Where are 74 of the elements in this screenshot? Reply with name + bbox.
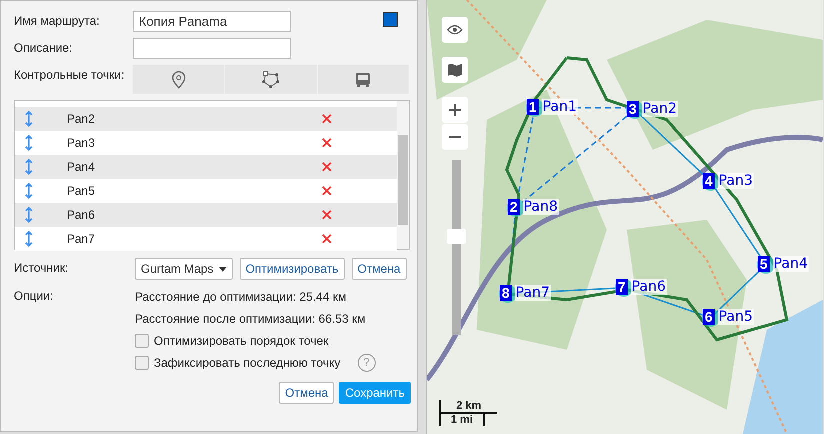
marker-label: Pan1 [542, 99, 578, 115]
delete-icon[interactable] [322, 234, 332, 244]
eye-icon [447, 25, 463, 35]
drag-icon[interactable] [25, 207, 33, 223]
map-icon [447, 63, 463, 77]
marker-number[interactable]: 5 [758, 256, 770, 272]
pin-icon [172, 70, 186, 88]
delete-icon[interactable] [322, 210, 332, 220]
drag-icon[interactable] [25, 135, 33, 151]
delete-icon[interactable] [322, 186, 332, 196]
point-name: Pan2 [67, 112, 96, 126]
cancel-button[interactable]: Отмена [279, 382, 334, 404]
route-name-field[interactable]: Копия Panama [133, 11, 291, 32]
geofence-point-tab[interactable] [133, 65, 224, 94]
drag-icon[interactable] [25, 159, 33, 175]
drag-icon[interactable] [25, 111, 33, 127]
marker-number[interactable]: 1 [527, 99, 539, 115]
checkbox-label: Зафиксировать последнюю точку [154, 356, 341, 370]
distance-text: Расстояние до оптимизации: 25.44 км [135, 289, 348, 306]
plus-icon [449, 104, 461, 116]
zoom-out-button[interactable] [442, 124, 468, 150]
checkbox-label: Оптимизировать порядок точек [154, 334, 329, 348]
source-action-button[interactable]: Отмена [352, 258, 407, 280]
checkbox[interactable] [135, 356, 149, 370]
marker-number[interactable]: 3 [627, 101, 639, 117]
marker-label: Pan6 [630, 279, 667, 295]
map-layers-button[interactable] [442, 57, 468, 83]
bus-icon [355, 72, 372, 88]
marker-label: Pan5 [718, 309, 754, 325]
marker-number[interactable]: 8 [500, 285, 512, 301]
drag-icon[interactable] [25, 183, 33, 199]
point-row[interactable]: Pan6 [15, 203, 397, 227]
delete-icon[interactable] [322, 114, 332, 124]
field-label: Описание: [14, 40, 74, 55]
marker-label: Pan8 [522, 199, 559, 215]
polygon-tab[interactable] [225, 65, 317, 94]
marker-number[interactable]: 6 [703, 309, 715, 325]
scale-label: 2 km [439, 400, 497, 414]
map[interactable]: 1 Pan1 3 Pan2 4 Pan3 2 Pan8 5 Pan4 8 Pan7 7 Pan6 6 Pan5 2 km 1 mi [426, 0, 823, 434]
point-name: Pan3 [67, 136, 96, 150]
color-swatch[interactable] [383, 12, 398, 27]
bus-tab[interactable] [318, 65, 409, 94]
polygon-icon [262, 70, 280, 88]
source-dropdown[interactable]: Gurtam Maps [135, 258, 233, 280]
point-name: Pan7 [67, 232, 96, 246]
marker-label: Pan7 [514, 285, 551, 301]
scale-label: 1 mi [439, 414, 485, 426]
zoom-in-button[interactable] [442, 97, 468, 123]
description-field[interactable] [133, 38, 291, 59]
point-name: Pan5 [67, 184, 96, 198]
caret-icon [218, 266, 227, 272]
delete-icon[interactable] [322, 138, 332, 148]
zoom-handle[interactable] [447, 228, 466, 244]
field-label: Опции: [14, 288, 54, 303]
visibility-button[interactable] [442, 17, 468, 43]
field-label: Имя маршрута: [14, 13, 101, 28]
checkbox[interactable] [135, 334, 149, 348]
marker-number[interactable]: 7 [616, 279, 628, 295]
field-label: Источник: [14, 260, 70, 275]
point-name: Pan4 [67, 160, 96, 174]
marker-number[interactable]: 4 [703, 173, 715, 189]
source-action-button[interactable]: Оптимизировать [240, 258, 345, 280]
marker-label: Pan3 [718, 173, 754, 189]
point-row[interactable]: Pan4 [15, 155, 397, 179]
drag-icon[interactable] [25, 231, 33, 247]
marker-label: Pan4 [772, 256, 809, 272]
scrollbar[interactable] [397, 101, 409, 249]
marker-label: Pan2 [642, 101, 678, 117]
point-name: Pan6 [67, 208, 96, 222]
field-label: Контрольные точки: [14, 67, 126, 82]
distance-text: Расстояние после оптимизации: 66.53 км [135, 311, 367, 328]
delete-icon[interactable] [322, 162, 332, 172]
marker-number[interactable]: 2 [508, 199, 520, 215]
point-row[interactable]: Pan2 [15, 107, 397, 131]
